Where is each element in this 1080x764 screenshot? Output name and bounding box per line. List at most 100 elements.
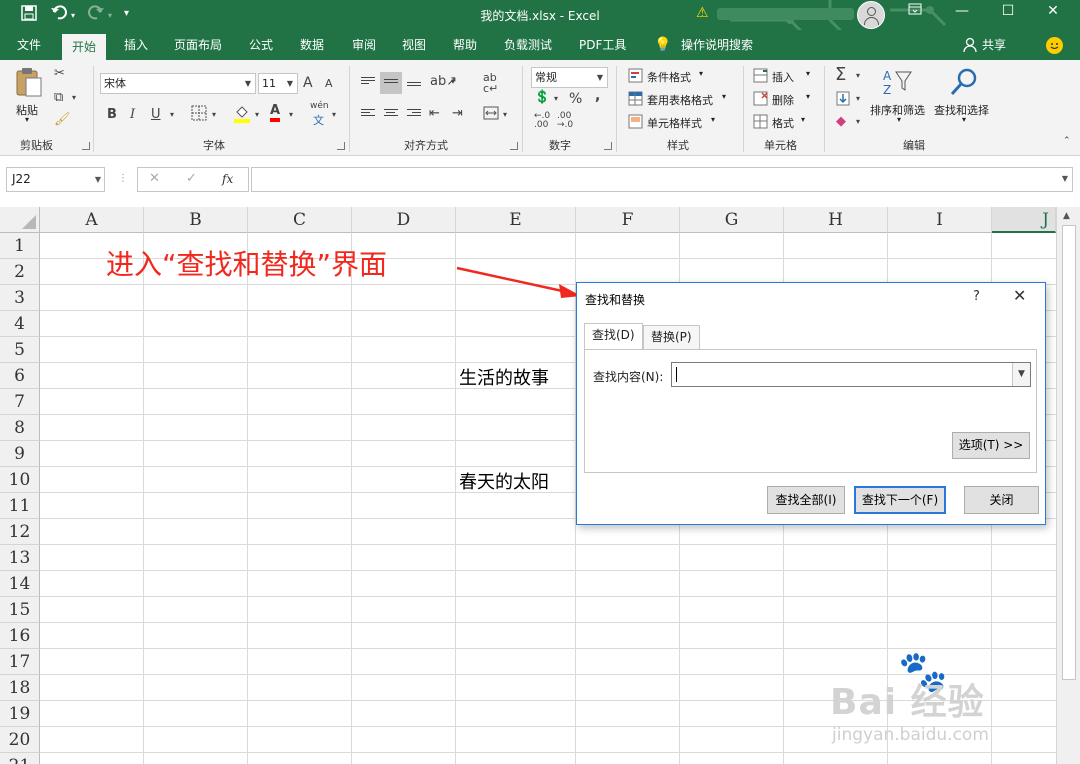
paste-icon[interactable] xyxy=(14,66,44,102)
format-painter-icon[interactable]: 🖌 xyxy=(54,112,71,127)
restore-icon[interactable]: ☐ xyxy=(988,3,1028,19)
find-what-input[interactable]: ▼ xyxy=(671,362,1031,387)
autosum-dropdown-icon[interactable]: ▾ xyxy=(856,71,860,80)
row-header-9[interactable]: 9 xyxy=(0,441,40,467)
enter-icon[interactable]: ✓ xyxy=(186,171,197,186)
column-header-g[interactable]: G xyxy=(680,207,784,233)
increase-indent-icon[interactable]: ⇥ xyxy=(452,106,463,121)
find-next-button[interactable]: 查找下一个(F) xyxy=(854,486,946,514)
insert-cells-dropdown-icon[interactable]: ▾ xyxy=(806,69,810,78)
formula-input[interactable]: ▼ xyxy=(251,167,1073,192)
vertical-scrollbar[interactable]: ▲ xyxy=(1056,207,1080,764)
tab-pdf-tools[interactable]: PDF工具 xyxy=(569,30,636,60)
chevron-down-icon[interactable]: ▼ xyxy=(1012,363,1030,386)
clear-dropdown-icon[interactable]: ▾ xyxy=(856,117,860,126)
scroll-up-icon[interactable]: ▲ xyxy=(1063,211,1070,221)
italic-button[interactable]: I xyxy=(130,107,135,122)
select-all-button[interactable] xyxy=(0,207,40,233)
row-header-6[interactable]: 6 xyxy=(0,363,40,389)
wrap-text-icon[interactable]: ab c↵ xyxy=(483,72,498,94)
conditional-format-button[interactable]: 条件格式 xyxy=(647,69,691,85)
comma-style-button[interactable]: , xyxy=(595,88,600,104)
alignment-launcher-icon[interactable] xyxy=(510,142,518,150)
sort-filter-dropdown-icon[interactable]: ▾ xyxy=(897,115,901,124)
row-header-1[interactable]: 1 xyxy=(0,233,40,259)
cut-icon[interactable]: ✂ xyxy=(54,66,65,81)
feedback-smiley-icon[interactable] xyxy=(1046,37,1063,54)
orientation-dropdown-icon[interactable]: ▾ xyxy=(451,77,455,86)
row-header-11[interactable]: 11 xyxy=(0,493,40,519)
row-header-17[interactable]: 17 xyxy=(0,649,40,675)
merge-dropdown-icon[interactable]: ▾ xyxy=(503,110,507,119)
cell-styles-dropdown-icon[interactable]: ▾ xyxy=(711,115,715,124)
increase-decimal-icon[interactable]: ←.0.00 xyxy=(534,112,550,130)
percent-style-button[interactable]: % xyxy=(569,91,582,107)
row-header-20[interactable]: 20 xyxy=(0,727,40,753)
cell-e10[interactable]: 春天的太阳 xyxy=(459,468,549,494)
font-color-dropdown-icon[interactable]: ▾ xyxy=(289,110,293,119)
collapse-ribbon-icon[interactable]: ⌃ xyxy=(1063,136,1071,146)
cell-e6[interactable]: 生活的故事 xyxy=(459,364,549,390)
format-cells-button[interactable]: 格式 xyxy=(772,115,794,131)
row-header-15[interactable]: 15 xyxy=(0,597,40,623)
help-icon[interactable]: ? xyxy=(973,289,980,304)
tab-data[interactable]: 数据 xyxy=(290,30,334,60)
fill-color-icon[interactable] xyxy=(234,104,250,127)
merge-center-icon[interactable] xyxy=(483,105,499,125)
row-header-7[interactable]: 7 xyxy=(0,389,40,415)
autosum-icon[interactable]: Σ xyxy=(835,64,846,85)
format-as-table-dropdown-icon[interactable]: ▾ xyxy=(722,92,726,101)
align-middle-button[interactable] xyxy=(380,72,402,94)
tab-help[interactable]: 帮助 xyxy=(443,30,487,60)
column-header-i[interactable]: I xyxy=(888,207,992,233)
phonetic-guide-icon[interactable]: wén xyxy=(310,101,329,111)
bold-button[interactable]: B xyxy=(107,107,117,122)
close-button[interactable]: 关闭 xyxy=(964,486,1039,514)
row-header-10[interactable]: 10 xyxy=(0,467,40,493)
row-header-21[interactable]: 21 xyxy=(0,753,40,764)
find-replace-dialog[interactable]: 查找和替换 ? ✕ 查找(D) 替换(P) 查找内容(N): ▼ 选项(T) >… xyxy=(576,282,1046,525)
tab-find[interactable]: 查找(D) xyxy=(584,323,643,349)
fill-color-dropdown-icon[interactable]: ▾ xyxy=(255,110,259,119)
column-header-d[interactable]: D xyxy=(352,207,456,233)
accounting-format-icon[interactable]: 💲 xyxy=(534,90,550,105)
account-name[interactable] xyxy=(717,8,854,20)
font-color-icon[interactable]: A xyxy=(270,104,281,122)
underline-dropdown-icon[interactable]: ▾ xyxy=(170,110,174,119)
row-header-2[interactable]: 2 xyxy=(0,259,40,285)
copy-dropdown-icon[interactable]: ▾ xyxy=(72,93,76,102)
row-header-19[interactable]: 19 xyxy=(0,701,40,727)
close-icon[interactable]: ✕ xyxy=(1033,3,1073,19)
column-header-f[interactable]: F xyxy=(576,207,680,233)
grow-font-icon[interactable]: A xyxy=(303,75,313,91)
row-header-12[interactable]: 12 xyxy=(0,519,40,545)
row-header-5[interactable]: 5 xyxy=(0,337,40,363)
conditional-format-dropdown-icon[interactable]: ▾ xyxy=(699,69,703,78)
tell-me-search[interactable]: 操作说明搜索 xyxy=(671,30,763,60)
tab-view[interactable]: 视图 xyxy=(392,30,436,60)
close-icon[interactable]: ✕ xyxy=(1013,286,1026,305)
column-header-c[interactable]: C xyxy=(248,207,352,233)
tab-load-test[interactable]: 负载测试 xyxy=(494,30,562,60)
align-top-button[interactable] xyxy=(357,72,379,94)
decrease-decimal-icon[interactable]: .00 →.0 xyxy=(557,112,573,130)
format-as-table-button[interactable]: 套用表格格式 xyxy=(647,92,713,108)
font-size-select[interactable]: 11 ▼ xyxy=(258,73,298,94)
align-left-button[interactable] xyxy=(357,104,379,126)
minimize-icon[interactable]: — xyxy=(942,3,982,19)
tab-insert[interactable]: 插入 xyxy=(114,30,158,60)
find-select-dropdown-icon[interactable]: ▾ xyxy=(962,115,966,124)
font-launcher-icon[interactable] xyxy=(337,142,345,150)
number-launcher-icon[interactable] xyxy=(604,142,612,150)
find-all-button[interactable]: 查找全部(I) xyxy=(767,486,845,514)
clipboard-launcher-icon[interactable] xyxy=(82,142,90,150)
scrollbar-thumb[interactable] xyxy=(1062,225,1076,680)
phonetic-dropdown-icon[interactable]: ▾ xyxy=(332,110,336,119)
column-header-a[interactable]: A xyxy=(40,207,144,233)
delete-cells-button[interactable]: 删除 xyxy=(772,92,794,108)
tab-file[interactable]: 文件 xyxy=(7,30,51,60)
column-header-e[interactable]: E xyxy=(456,207,576,233)
number-format-select[interactable]: 常规 ▼ xyxy=(531,67,608,88)
insert-cells-button[interactable]: 插入 xyxy=(772,69,794,85)
fill-dropdown-icon[interactable]: ▾ xyxy=(856,94,860,103)
